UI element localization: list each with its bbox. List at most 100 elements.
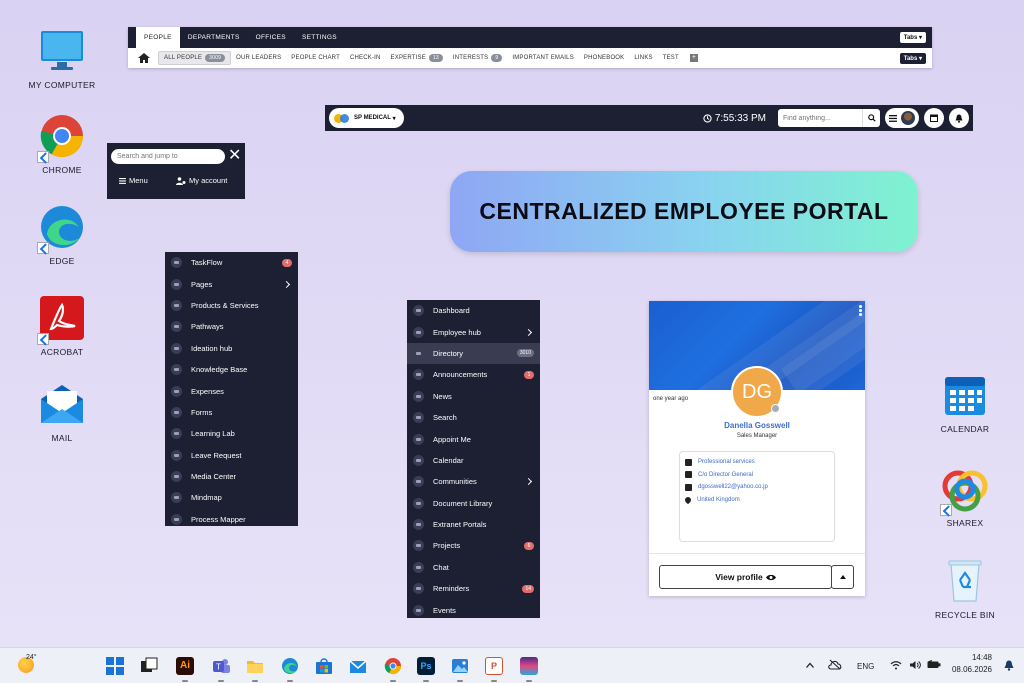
start-icon[interactable]: [106, 657, 124, 675]
home-icon[interactable]: [138, 53, 150, 63]
detail-text[interactable]: United Kingdom: [697, 497, 740, 503]
menu-item-extranet-portals[interactable]: Extranet Portals: [407, 514, 540, 535]
menu-item-communities[interactable]: Communities: [407, 471, 540, 492]
profile-avatar[interactable]: DG: [731, 366, 783, 418]
detail-text[interactable]: dgosswell22@yahoo.co.jp: [698, 484, 768, 490]
clock-time[interactable]: 14:48: [956, 653, 992, 662]
mail-taskbar-icon[interactable]: [349, 657, 367, 675]
tab-interests[interactable]: INTERESTS 9: [448, 51, 507, 65]
tab-expertise[interactable]: EXPERTISE 13: [386, 51, 448, 65]
tabs-dropdown-secondary[interactable]: Tabs ▾: [899, 52, 926, 64]
menu-item-employee-hub[interactable]: Employee hub: [407, 321, 540, 342]
battery-icon[interactable]: [927, 660, 941, 669]
menu-item-pages[interactable]: Pages: [165, 273, 298, 294]
menu-item-leave-request[interactable]: Leave Request: [165, 445, 298, 466]
wifi-icon[interactable]: [890, 660, 902, 670]
notifications-button[interactable]: [949, 108, 969, 128]
more-options-icon[interactable]: [859, 305, 862, 317]
acrobat-desktop-icon[interactable]: ACROBAT: [22, 295, 102, 357]
search-button[interactable]: [862, 109, 880, 127]
menu-item-process-mapper[interactable]: Process Mapper: [165, 509, 298, 530]
add-tab-icon[interactable]: +: [689, 54, 698, 62]
menu-item-expenses[interactable]: Expenses: [165, 380, 298, 401]
tab-people-chart[interactable]: PEOPLE CHART: [286, 51, 345, 65]
menu-item-learning-lab[interactable]: Learning Lab: [165, 423, 298, 444]
store-icon[interactable]: [315, 657, 333, 675]
tab-check-in[interactable]: CHECK-IN: [345, 51, 386, 65]
tabs-dropdown[interactable]: Tabs ▾: [899, 32, 926, 43]
tab-links[interactable]: LINKS: [629, 51, 657, 65]
speaker-icon[interactable]: [909, 660, 921, 670]
powerpoint-icon[interactable]: P: [485, 657, 503, 675]
language-indicator[interactable]: ENG: [857, 662, 874, 671]
menu-item-dashboard[interactable]: Dashboard: [407, 300, 540, 321]
menu-item-chat[interactable]: Chat: [407, 557, 540, 578]
menu-item-taskflow[interactable]: TaskFlow 4: [165, 252, 298, 273]
menu-item-projects[interactable]: Projects 6: [407, 535, 540, 556]
winrar-icon[interactable]: [520, 657, 538, 675]
tab-settings[interactable]: SETTINGS: [294, 27, 345, 48]
location-pin-icon: [683, 495, 693, 504]
user-gear-icon: [176, 176, 186, 185]
menu-item-document-library[interactable]: Document Library: [407, 493, 540, 514]
chrome-desktop-icon[interactable]: CHROME: [22, 113, 102, 175]
file-explorer-icon[interactable]: [246, 657, 264, 675]
menu-button[interactable]: Menu: [107, 176, 162, 185]
menu-item-forms[interactable]: Forms: [165, 402, 298, 423]
profile-role: Sales Manager: [736, 433, 778, 439]
news-icon: [413, 390, 424, 402]
notification-bell-icon[interactable]: [1004, 660, 1014, 671]
brand-switcher[interactable]: SP MEDICAL ▾: [329, 108, 404, 128]
menu-item-mindmap[interactable]: Mindmap: [165, 487, 298, 508]
my-account-button[interactable]: My account: [162, 176, 242, 185]
tab-our-leaders[interactable]: OUR LEADERS: [231, 51, 286, 65]
onedrive-offline-icon[interactable]: [828, 659, 842, 670]
desktop-icon-label: SHAREX: [946, 518, 984, 528]
menu-item-media-center[interactable]: Media Center: [165, 466, 298, 487]
profile-name[interactable]: Danella Gosswell: [649, 421, 865, 430]
menu-item-reminders[interactable]: Reminders 14: [407, 578, 540, 599]
menu-item-products-services[interactable]: Products & Services: [165, 295, 298, 316]
detail-text[interactable]: C/o Director General: [698, 472, 753, 478]
tab-departments[interactable]: DEPARTMENTS: [180, 27, 248, 48]
teams-icon[interactable]: T: [212, 657, 230, 675]
photos-icon[interactable]: [451, 657, 469, 675]
menu-item-directory[interactable]: Directory 3010: [407, 342, 540, 365]
illustrator-icon[interactable]: Ai: [176, 657, 194, 675]
tab-all-people[interactable]: ALL PEOPLE 3009: [158, 51, 232, 65]
tab-important-emails[interactable]: IMPORTANT EMAILS: [507, 51, 579, 65]
view-profile-button[interactable]: View profile: [659, 565, 832, 589]
sharex-desktop-icon[interactable]: SHAREX: [925, 466, 1005, 528]
chrome-taskbar-icon[interactable]: [384, 657, 402, 675]
calendar-desktop-icon[interactable]: CALENDAR: [925, 372, 1005, 434]
menu-item-news[interactable]: News: [407, 386, 540, 407]
close-icon[interactable]: ✕: [228, 148, 242, 164]
profile-actions-dropdown[interactable]: [831, 565, 854, 589]
recycle-bin-desktop-icon[interactable]: RECYCLE BIN: [925, 558, 1005, 620]
tab-phonebook[interactable]: PHONEBOOK: [579, 51, 629, 65]
menu-item-ideation-hub[interactable]: Ideation hub: [165, 338, 298, 359]
menu-item-search[interactable]: Search: [407, 407, 540, 428]
tab-people[interactable]: PEOPLE: [136, 27, 180, 48]
calendar-button[interactable]: [924, 108, 944, 128]
menu-item-calendar[interactable]: Calendar: [407, 450, 540, 471]
mail-desktop-icon[interactable]: MAIL: [22, 381, 102, 443]
menu-item-events[interactable]: Events: [407, 599, 540, 620]
user-menu-button[interactable]: [885, 108, 919, 128]
task-view-icon[interactable]: [140, 657, 158, 675]
edge-taskbar-icon[interactable]: [281, 657, 299, 675]
clock-date[interactable]: 08.06.2026: [948, 665, 992, 674]
menu-item-pathways[interactable]: Pathways: [165, 316, 298, 337]
chevron-up-icon[interactable]: [806, 662, 814, 668]
edge-desktop-icon[interactable]: EDGE: [22, 204, 102, 266]
menu-item-knowledge-base[interactable]: Knowledge Base: [165, 359, 298, 380]
photoshop-icon[interactable]: Ps: [417, 657, 435, 675]
jump-search-input[interactable]: [111, 149, 225, 164]
menu-item-announcements[interactable]: Announcements 1: [407, 364, 540, 385]
tab-test[interactable]: TEST: [658, 51, 684, 65]
global-search-input[interactable]: [778, 109, 862, 127]
menu-item-appoint-me[interactable]: Appoint Me: [407, 428, 540, 449]
detail-text[interactable]: Professional services: [698, 459, 755, 465]
my-computer-desktop-icon[interactable]: MY COMPUTER: [22, 28, 102, 90]
tab-offices[interactable]: OFFICES: [248, 27, 294, 48]
